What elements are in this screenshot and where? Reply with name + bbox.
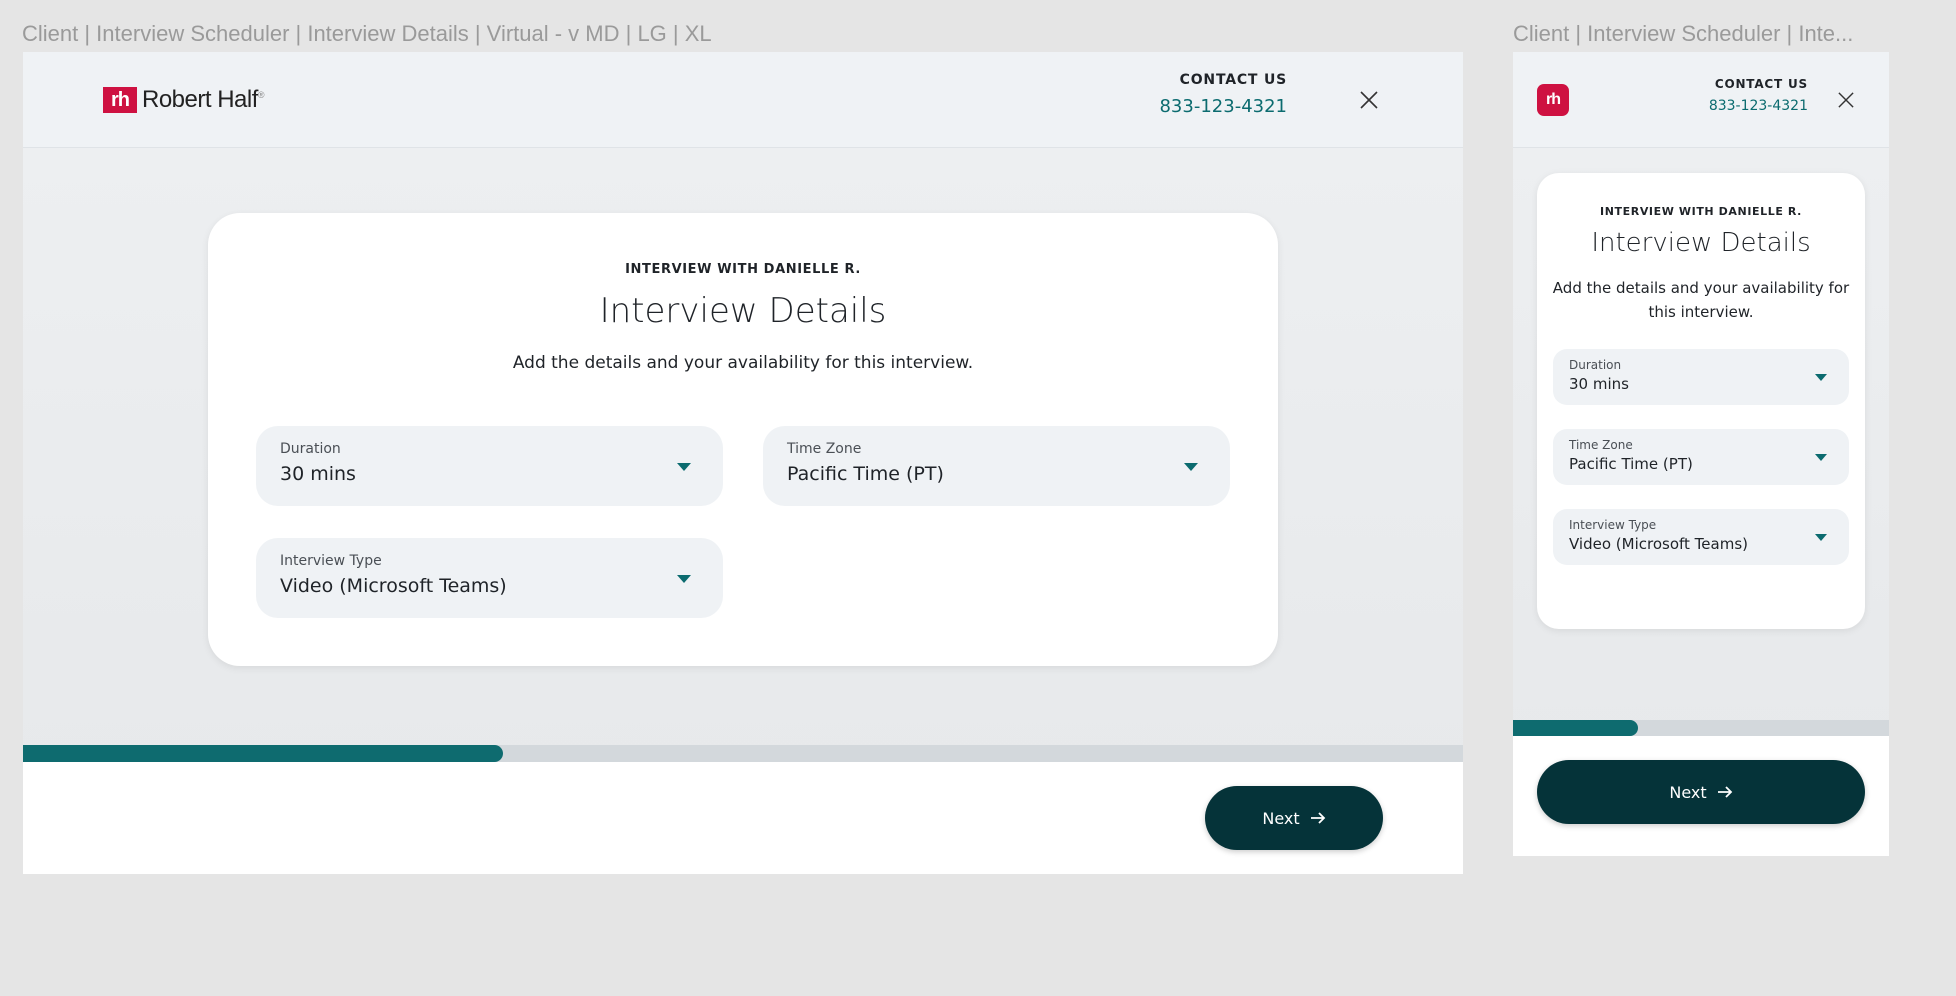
duration-value: 30 mins xyxy=(280,463,356,485)
contact-us-label: CONTACT US xyxy=(1179,72,1287,88)
close-icon xyxy=(1838,92,1854,108)
contact-us-label: CONTACT US xyxy=(1714,77,1808,91)
progress-bar-fill xyxy=(1513,720,1639,736)
chevron-down-icon xyxy=(1815,374,1827,381)
timezone-label: Time Zone xyxy=(787,441,862,457)
page-subtitle: Add the details and your availability fo… xyxy=(1552,279,1850,321)
timezone-value: Pacific Time (PT) xyxy=(787,463,944,485)
arrow-right-icon xyxy=(1717,786,1732,798)
page-title: Interview Details xyxy=(599,291,887,331)
interview-type-select[interactable]: Interview Type Video (Microsoft Teams) xyxy=(1553,509,1849,565)
chevron-down-icon xyxy=(1184,463,1198,471)
interview-with-eyebrow: INTERVIEW WITH DANIELLE R. xyxy=(1600,205,1802,218)
robert-half-wordmark: Robert Half® xyxy=(142,86,265,113)
interview-details-card: INTERVIEW WITH DANIELLE R. Interview Det… xyxy=(208,213,1278,666)
interview-with-eyebrow: INTERVIEW WITH DANIELLE R. xyxy=(625,262,861,277)
duration-label: Duration xyxy=(1569,358,1622,372)
arrow-right-icon xyxy=(1310,812,1325,824)
mobile-header: rh CONTACT US 833-123-4321 xyxy=(1513,52,1889,148)
interview-type-label: Interview Type xyxy=(280,553,382,569)
progress-bar-fill xyxy=(23,745,503,762)
close-button[interactable] xyxy=(1355,86,1383,114)
header: rh Robert Half® CONTACT US 833-123-4321 xyxy=(23,52,1463,148)
rh-logo-mark: rh xyxy=(1537,84,1569,116)
page-subtitle: Add the details and your availability fo… xyxy=(512,353,974,373)
duration-value: 30 mins xyxy=(1569,375,1629,393)
mobile-frame: rh CONTACT US 833-123-4321 INTERVIEW WIT… xyxy=(1513,52,1889,856)
chevron-down-icon xyxy=(677,575,691,583)
desktop-frame: rh Robert Half® CONTACT US 833-123-4321 … xyxy=(23,52,1463,874)
close-button[interactable] xyxy=(1833,87,1859,113)
progress-bar xyxy=(23,745,1463,762)
page-title: Interview Details xyxy=(1591,228,1811,258)
next-button-label: Next xyxy=(1669,782,1707,802)
timezone-select[interactable]: Time Zone Pacific Time (PT) xyxy=(1553,429,1849,485)
next-button[interactable]: Next xyxy=(1537,760,1865,824)
mobile-frame-label: Client | Interview Scheduler | Inte... xyxy=(1513,21,1854,46)
robert-half-logo: rh Robert Half® xyxy=(103,86,265,114)
timezone-value: Pacific Time (PT) xyxy=(1569,455,1693,473)
interview-type-select[interactable]: Interview Type Video (Microsoft Teams) xyxy=(256,538,723,618)
timezone-select[interactable]: Time Zone Pacific Time (PT) xyxy=(763,426,1230,506)
rh-logo-mark: rh xyxy=(103,87,137,113)
duration-select[interactable]: Duration 30 mins xyxy=(256,426,723,506)
interview-details-card: INTERVIEW WITH DANIELLE R. Interview Det… xyxy=(1537,173,1865,629)
duration-label: Duration xyxy=(280,441,341,457)
close-icon xyxy=(1360,91,1378,109)
timezone-label: Time Zone xyxy=(1569,438,1633,452)
interview-type-label: Interview Type xyxy=(1569,518,1657,532)
chevron-down-icon xyxy=(1815,454,1827,461)
chevron-down-icon xyxy=(677,463,691,471)
contact-us: CONTACT US 833-123-4321 xyxy=(1159,72,1287,117)
progress-bar xyxy=(1513,720,1889,736)
duration-select[interactable]: Duration 30 mins xyxy=(1553,349,1849,405)
footer: Next xyxy=(23,762,1463,874)
chevron-down-icon xyxy=(1815,534,1827,541)
contact-phone-link[interactable]: 833-123-4321 xyxy=(1709,98,1808,114)
desktop-frame-label: Client | Interview Scheduler | Interview… xyxy=(22,21,712,46)
contact-us: CONTACT US 833-123-4321 xyxy=(1709,77,1808,114)
next-button-label: Next xyxy=(1262,808,1300,828)
interview-type-value: Video (Microsoft Teams) xyxy=(1569,535,1748,553)
next-button[interactable]: Next xyxy=(1205,786,1383,850)
robert-half-logo: rh xyxy=(1537,84,1569,116)
interview-type-value: Video (Microsoft Teams) xyxy=(280,575,507,597)
contact-phone-link[interactable]: 833-123-4321 xyxy=(1159,96,1287,117)
footer: Next xyxy=(1513,736,1889,856)
